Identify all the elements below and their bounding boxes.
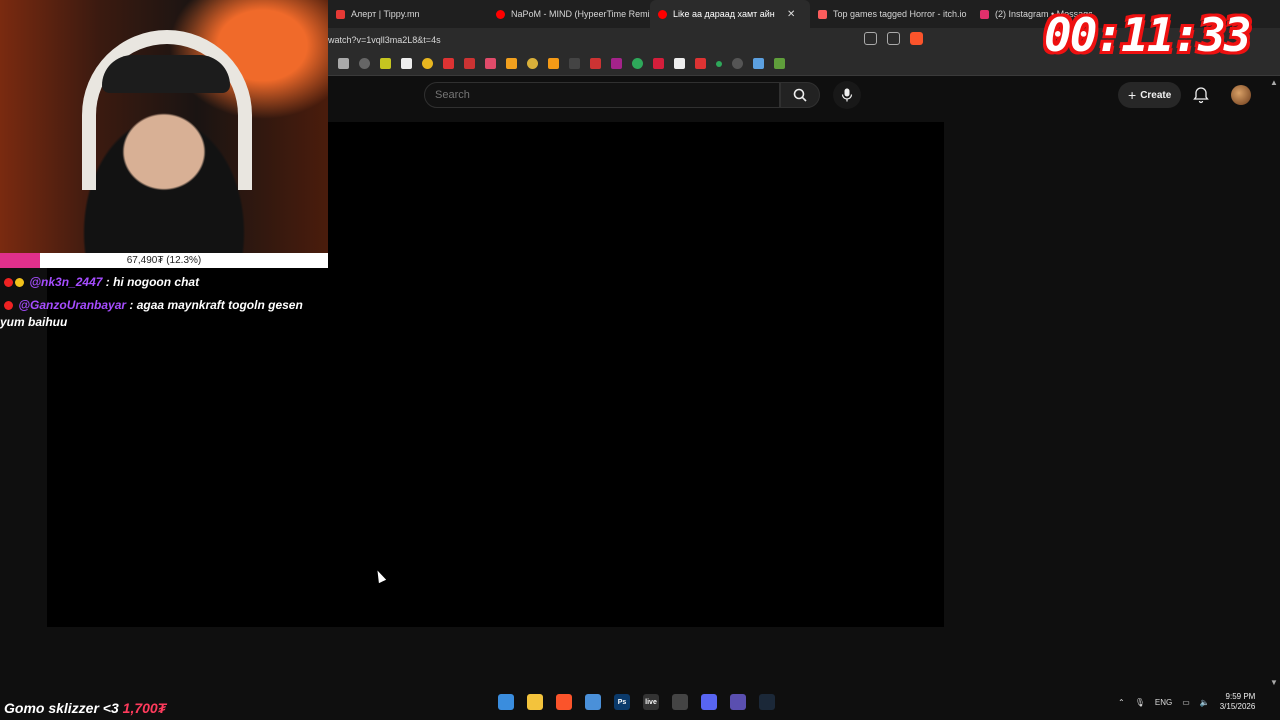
tab-label: NaPoM - MIND (HypeerTime Remix) [511, 9, 650, 19]
system-tray: ⌃ 🎙 ENG ▭ 🔈 9:59 PM 3/15/2026 [1118, 692, 1255, 712]
folder-icon[interactable] [380, 58, 391, 69]
tab-label: Алерт | Tippy.mn [351, 9, 420, 19]
bookmark-icon[interactable] [611, 58, 622, 69]
youtube-favicon-icon [658, 9, 667, 19]
tab-like-aa[interactable]: Like аа дараад хамт айнаа :D ✕ [650, 0, 810, 28]
tab-itch-horror[interactable]: Top games tagged Horror - itch.io [810, 0, 972, 28]
bookmark-icon[interactable] [485, 58, 496, 69]
bookmark-icon[interactable] [464, 58, 475, 69]
bookmark-icon[interactable] [443, 58, 454, 69]
bookmark-icon[interactable] [674, 58, 685, 69]
google-icon[interactable] [401, 58, 412, 69]
search-button[interactable] [780, 82, 820, 108]
tab-label: Top games tagged Horror - itch.io [833, 9, 967, 19]
microphone-icon [841, 88, 853, 102]
donation-amount: 1,700₮ [122, 700, 167, 716]
search-input[interactable] [424, 82, 780, 108]
cast-icon[interactable] [864, 32, 877, 45]
create-label: Create [1140, 89, 1172, 101]
tab-napom-mind[interactable]: NaPoM - MIND (HypeerTime Remix) [488, 0, 650, 28]
bookmark-icon[interactable] [527, 58, 538, 69]
headphones-graphic [82, 30, 252, 190]
steam-taskbar-icon[interactable] [759, 694, 775, 710]
donor-name: Gomo sklizzer <3 [4, 700, 119, 716]
bookmark-icon[interactable] [548, 58, 559, 69]
streamer-webcam [0, 0, 328, 253]
stream-timer: 00:11:33 [1044, 8, 1252, 62]
volume-icon[interactable]: 🔈 [1200, 698, 1210, 707]
bookmark-icon[interactable] [695, 58, 706, 69]
bookmark-icon[interactable] [338, 58, 349, 69]
brave-taskbar-icon[interactable] [556, 694, 572, 710]
tray-overflow-icon[interactable]: ⌃ [1118, 698, 1125, 707]
youtube-badge-icon [4, 301, 13, 311]
url-text[interactable]: watch?v=1vqll3ma2L8&t=4s [328, 35, 441, 45]
microphone-tray-icon[interactable]: 🎙 [1135, 698, 1145, 707]
bookmark-icon[interactable] [590, 58, 601, 69]
windows-taskbar: Ps live ⌃ 🎙 ENG ▭ 🔈 9:59 PM 3/15/2026 [330, 688, 1280, 720]
bookmark-icon[interactable] [506, 58, 517, 69]
itch-favicon-icon [818, 9, 827, 19]
share-icon[interactable] [887, 32, 900, 45]
bookmark-icon[interactable] [732, 58, 743, 69]
close-tab-icon[interactable]: ✕ [787, 9, 795, 20]
live-taskbar-icon[interactable]: live [643, 694, 659, 710]
donation-goal-text: 67,490₮ (12.3%) [126, 255, 202, 266]
file-explorer-taskbar-icon[interactable] [527, 694, 543, 710]
tippy-favicon-icon [336, 9, 345, 19]
taskbar-apps: Ps live [498, 694, 775, 710]
notifications-bell-icon[interactable] [1192, 86, 1210, 104]
clock-date: 3/15/2026 [1219, 702, 1256, 711]
bookmark-icon[interactable] [569, 58, 580, 69]
app-9-taskbar-icon[interactable] [730, 694, 746, 710]
photoshop-taskbar-icon[interactable]: Ps [614, 694, 630, 710]
brave-shields-icon[interactable] [910, 32, 923, 45]
system-clock[interactable]: 9:59 PM 3/15/2026 [1220, 692, 1256, 712]
discord-taskbar-icon[interactable] [701, 694, 717, 710]
scroll-up-arrow-icon[interactable]: ▲ [1270, 78, 1278, 87]
plus-icon: + [1128, 87, 1137, 103]
chat-username: @nk3n_2447 [29, 275, 103, 289]
bookmark-icon[interactable] [716, 60, 722, 67]
account-avatar[interactable] [1231, 85, 1251, 105]
latest-donation: Gomo sklizzer <3 1,700₮ [4, 700, 166, 716]
bookmark-icon[interactable] [753, 58, 764, 69]
donation-goal-bar: 67,490₮ (12.3%) [0, 253, 328, 268]
bookmark-icon[interactable] [774, 58, 785, 69]
create-button[interactable]: + Create [1118, 82, 1182, 108]
stream-chat: @nk3n_2447 : hi nogoon chat @GanzoUranba… [0, 274, 330, 337]
voice-search-button[interactable] [833, 81, 861, 109]
bookmark-icon[interactable] [422, 58, 433, 69]
windows-taskbar-icon[interactable] [498, 694, 514, 710]
scroll-down-arrow-icon[interactable]: ▼ [1270, 678, 1278, 687]
address-bar-actions [864, 32, 923, 45]
youtube-favicon-icon [496, 9, 505, 19]
chat-username: @GanzoUranbayar [18, 298, 127, 312]
search-icon [793, 88, 807, 102]
obs-taskbar-icon[interactable] [672, 694, 688, 710]
chat-message: @nk3n_2447 : hi nogoon chat [0, 274, 330, 291]
bandana-graphic [102, 55, 230, 93]
app-4-taskbar-icon[interactable] [585, 694, 601, 710]
chat-message: @GanzoUranbayar : agaa maynkraft togoln … [0, 297, 330, 331]
member-badge-icon [15, 278, 24, 288]
bookmark-icon[interactable] [359, 58, 370, 69]
bookmark-icon[interactable] [653, 58, 664, 69]
bookmark-icon[interactable] [632, 58, 643, 69]
youtube-badge-icon [4, 278, 13, 288]
network-icon[interactable]: ▭ [1182, 698, 1190, 707]
tab-label: Like аа дараад хамт айнаа :D [673, 9, 775, 19]
instagram-favicon-icon [980, 9, 989, 19]
clock-time: 9:59 PM [1225, 692, 1256, 701]
youtube-header: + Create [328, 78, 1280, 112]
tab-tippy[interactable]: Алерт | Tippy.mn [328, 0, 488, 28]
language-indicator[interactable]: ENG [1155, 698, 1172, 707]
chat-text: : hi nogoon chat [105, 275, 200, 289]
